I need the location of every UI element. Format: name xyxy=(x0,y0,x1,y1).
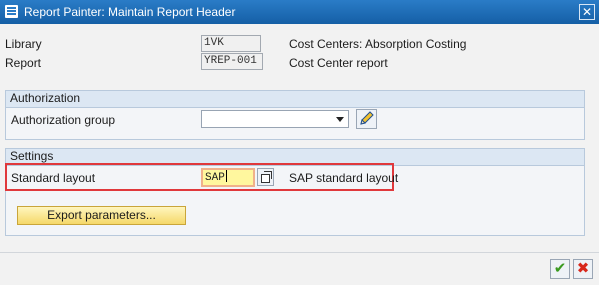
chevron-down-icon[interactable] xyxy=(336,117,344,122)
library-label: Library xyxy=(5,37,42,51)
text-caret xyxy=(225,170,227,182)
authorization-group-label: Authorization group xyxy=(11,113,116,127)
value-help-icon[interactable] xyxy=(257,168,274,186)
authorization-section-title: Authorization xyxy=(6,91,584,108)
standard-layout-description: SAP standard layout xyxy=(289,171,399,185)
library-value: 1VK xyxy=(201,35,261,52)
window-title: Report Painter: Maintain Report Header xyxy=(24,5,236,19)
cancel-icon[interactable]: ✖ xyxy=(573,259,593,279)
standard-layout-value: SAP xyxy=(205,172,225,184)
window-titlebar: Report Painter: Maintain Report Header ✕ xyxy=(0,0,599,24)
standard-layout-label: Standard layout xyxy=(11,171,96,185)
report-label: Report xyxy=(5,56,42,70)
library-description: Cost Centers: Absorption Costing xyxy=(289,37,467,51)
close-icon[interactable]: ✕ xyxy=(579,4,595,20)
checkmark-icon[interactable]: ✔ xyxy=(550,259,570,279)
pencil-icon xyxy=(360,111,374,125)
export-parameters-button[interactable]: Export parameters... xyxy=(17,206,186,225)
standard-layout-input[interactable]: SAP xyxy=(201,168,255,187)
footer-divider xyxy=(0,252,599,253)
report-description: Cost Center report xyxy=(289,56,388,70)
report-value: YREP-001 xyxy=(201,53,263,70)
window-app-icon xyxy=(5,5,18,18)
authorization-group-dropdown[interactable] xyxy=(201,110,349,128)
edit-authorization-button[interactable] xyxy=(356,109,377,129)
